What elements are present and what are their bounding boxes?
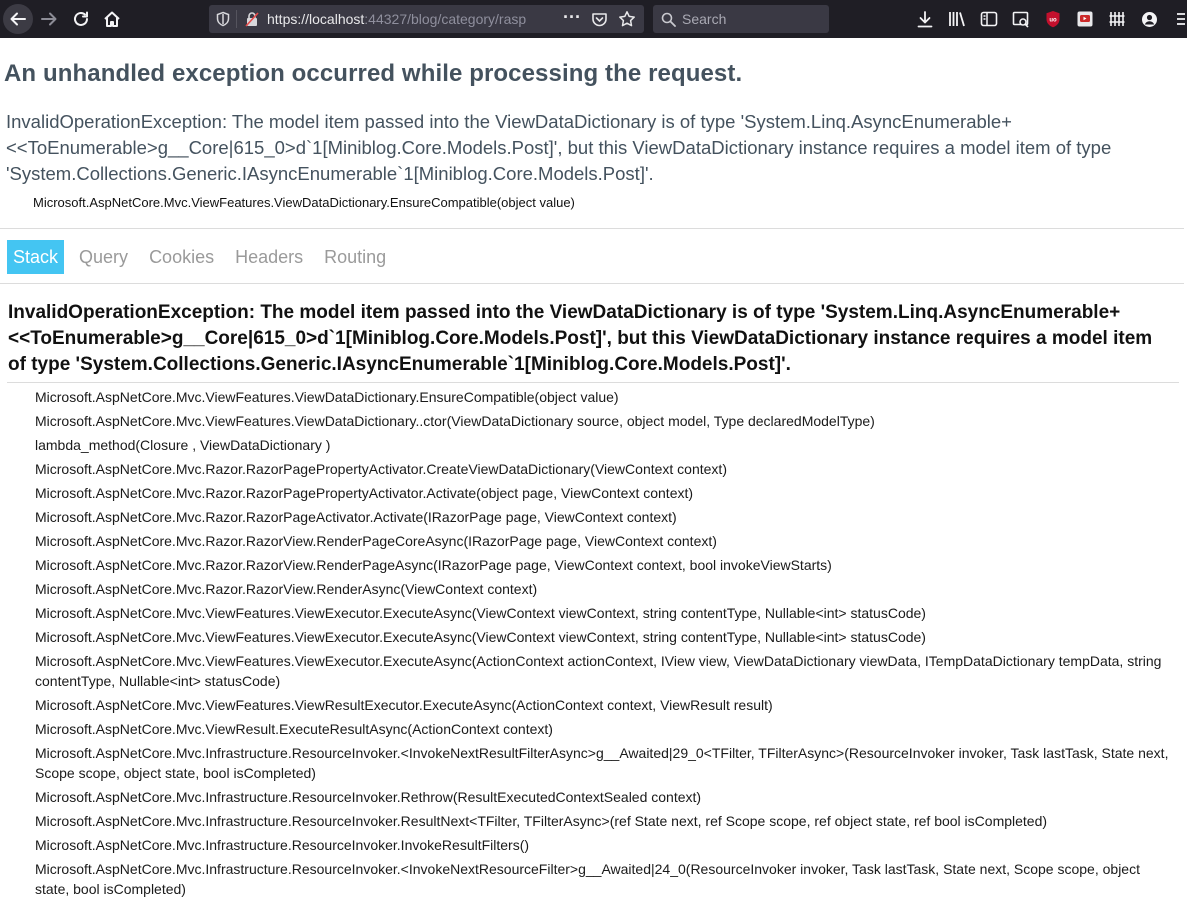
tab-bar: Stack Query Cookies Headers Routing (7, 240, 401, 274)
exception-summary: InvalidOperationException: The model ite… (6, 111, 1112, 184)
svg-text:uo: uo (1049, 18, 1057, 24)
url-text[interactable]: https://localhost:44327/blog/category/ra… (267, 11, 563, 27)
library-button[interactable] (946, 0, 968, 38)
reload-icon (74, 11, 88, 26)
stack-frame[interactable]: Microsoft.AspNetCore.Mvc.ViewFeatures.Vi… (35, 695, 1175, 715)
search-placeholder: Search (682, 11, 727, 27)
forward-button[interactable] (38, 0, 60, 38)
stack-frame[interactable]: Microsoft.AspNetCore.Mvc.Infrastructure.… (35, 811, 1175, 831)
stack-frame[interactable]: Microsoft.AspNetCore.Mvc.Infrastructure.… (35, 859, 1175, 898)
insecure-lock-icon[interactable] (244, 11, 260, 27)
sidebar-button[interactable] (978, 0, 1000, 38)
arrow-left-icon (10, 12, 26, 26)
urlbar-divider (236, 10, 237, 28)
stack-exception-title: InvalidOperationException: The model ite… (8, 302, 1153, 375)
tab-query[interactable]: Query (73, 240, 134, 274)
sidebar-icon (980, 11, 998, 27)
stack-frame[interactable]: Microsoft.AspNetCore.Mvc.Razor.RazorPage… (35, 459, 1175, 479)
grid-extension-icon (1109, 12, 1125, 26)
download-icon (917, 10, 933, 27)
home-icon (104, 11, 120, 27)
library-icon (949, 12, 965, 27)
ublock-origin-icon: uo (1046, 11, 1060, 28)
browser-toolbar: https://localhost:44327/blog/category/ra… (0, 0, 1187, 38)
stack-frame-list: Microsoft.AspNetCore.Mvc.ViewFeatures.Vi… (35, 387, 1175, 898)
url-bar[interactable]: https://localhost:44327/blog/category/ra… (209, 5, 644, 33)
back-button[interactable] (3, 4, 33, 34)
tab-routing[interactable]: Routing (318, 240, 392, 274)
stack-frame[interactable]: Microsoft.AspNetCore.Mvc.ViewFeatures.Vi… (35, 411, 1175, 431)
hamburger-menu-icon (1176, 13, 1185, 25)
stack-frame[interactable]: Microsoft.AspNetCore.Mvc.ViewFeatures.Vi… (35, 387, 1175, 407)
downloads-button[interactable] (915, 0, 935, 38)
stack-frame[interactable]: Microsoft.AspNetCore.Mvc.Infrastructure.… (35, 835, 1175, 855)
stack-frame[interactable]: Microsoft.AspNetCore.Mvc.ViewFeatures.Vi… (35, 603, 1175, 623)
page-title: An unhandled exception occurred while pr… (4, 60, 743, 87)
account-icon (1141, 11, 1157, 27)
screenshot-icon (1012, 11, 1029, 28)
stack-frame[interactable]: Microsoft.AspNetCore.Mvc.ViewFeatures.Vi… (35, 627, 1175, 647)
ellipsis-icon[interactable]: ··· (561, 7, 583, 31)
stack-frame[interactable]: Microsoft.AspNetCore.Mvc.Infrastructure.… (35, 787, 1175, 807)
stack-frame[interactable]: Microsoft.AspNetCore.Mvc.Razor.RazorPage… (35, 507, 1175, 527)
stack-frame[interactable]: Microsoft.AspNetCore.Mvc.Razor.RazorView… (35, 579, 1175, 599)
exception-location: Microsoft.AspNetCore.Mvc.ViewFeatures.Vi… (33, 195, 575, 210)
search-icon (661, 12, 676, 27)
tab-stack[interactable]: Stack (7, 240, 65, 274)
shield-icon[interactable] (215, 11, 231, 27)
account-button[interactable] (1138, 0, 1160, 38)
ublock-button[interactable]: uo (1043, 0, 1063, 38)
star-icon[interactable] (618, 10, 636, 28)
stack-frame[interactable]: Microsoft.AspNetCore.Mvc.Razor.RazorView… (35, 531, 1175, 551)
tab-headers[interactable]: Headers (229, 240, 309, 274)
video-downloader-button[interactable] (1074, 0, 1096, 38)
arrow-right-icon (41, 12, 57, 26)
screenshot-button[interactable] (1010, 0, 1032, 38)
stack-frame[interactable]: Microsoft.AspNetCore.Mvc.Razor.RazorPage… (35, 483, 1175, 503)
stack-frame[interactable]: Microsoft.AspNetCore.Mvc.ViewResult.Exec… (35, 719, 1175, 739)
tab-cookies[interactable]: Cookies (143, 240, 220, 274)
extension-button[interactable] (1106, 0, 1128, 38)
stack-frame[interactable]: Microsoft.AspNetCore.Mvc.Razor.RazorView… (35, 555, 1175, 575)
stack-frame[interactable]: Microsoft.AspNetCore.Mvc.ViewFeatures.Vi… (35, 651, 1175, 691)
error-page: An unhandled exception occurred while pr… (0, 38, 1187, 898)
stack-frame[interactable]: lambda_method(Closure , ViewDataDictiona… (35, 435, 1175, 455)
url-host: https://localhost (267, 11, 365, 27)
divider (0, 283, 1184, 284)
pocket-icon[interactable] (591, 11, 608, 28)
stack-frame[interactable]: Microsoft.AspNetCore.Mvc.Infrastructure.… (35, 743, 1175, 783)
home-button[interactable] (101, 0, 123, 38)
divider (0, 228, 1184, 229)
search-bar[interactable]: Search (653, 5, 829, 33)
url-path: :44327/blog/category/rasp (364, 11, 527, 27)
divider (7, 382, 1179, 383)
video-icon (1077, 11, 1093, 27)
reload-button[interactable] (70, 0, 92, 38)
menu-button[interactable] (1172, 0, 1187, 38)
